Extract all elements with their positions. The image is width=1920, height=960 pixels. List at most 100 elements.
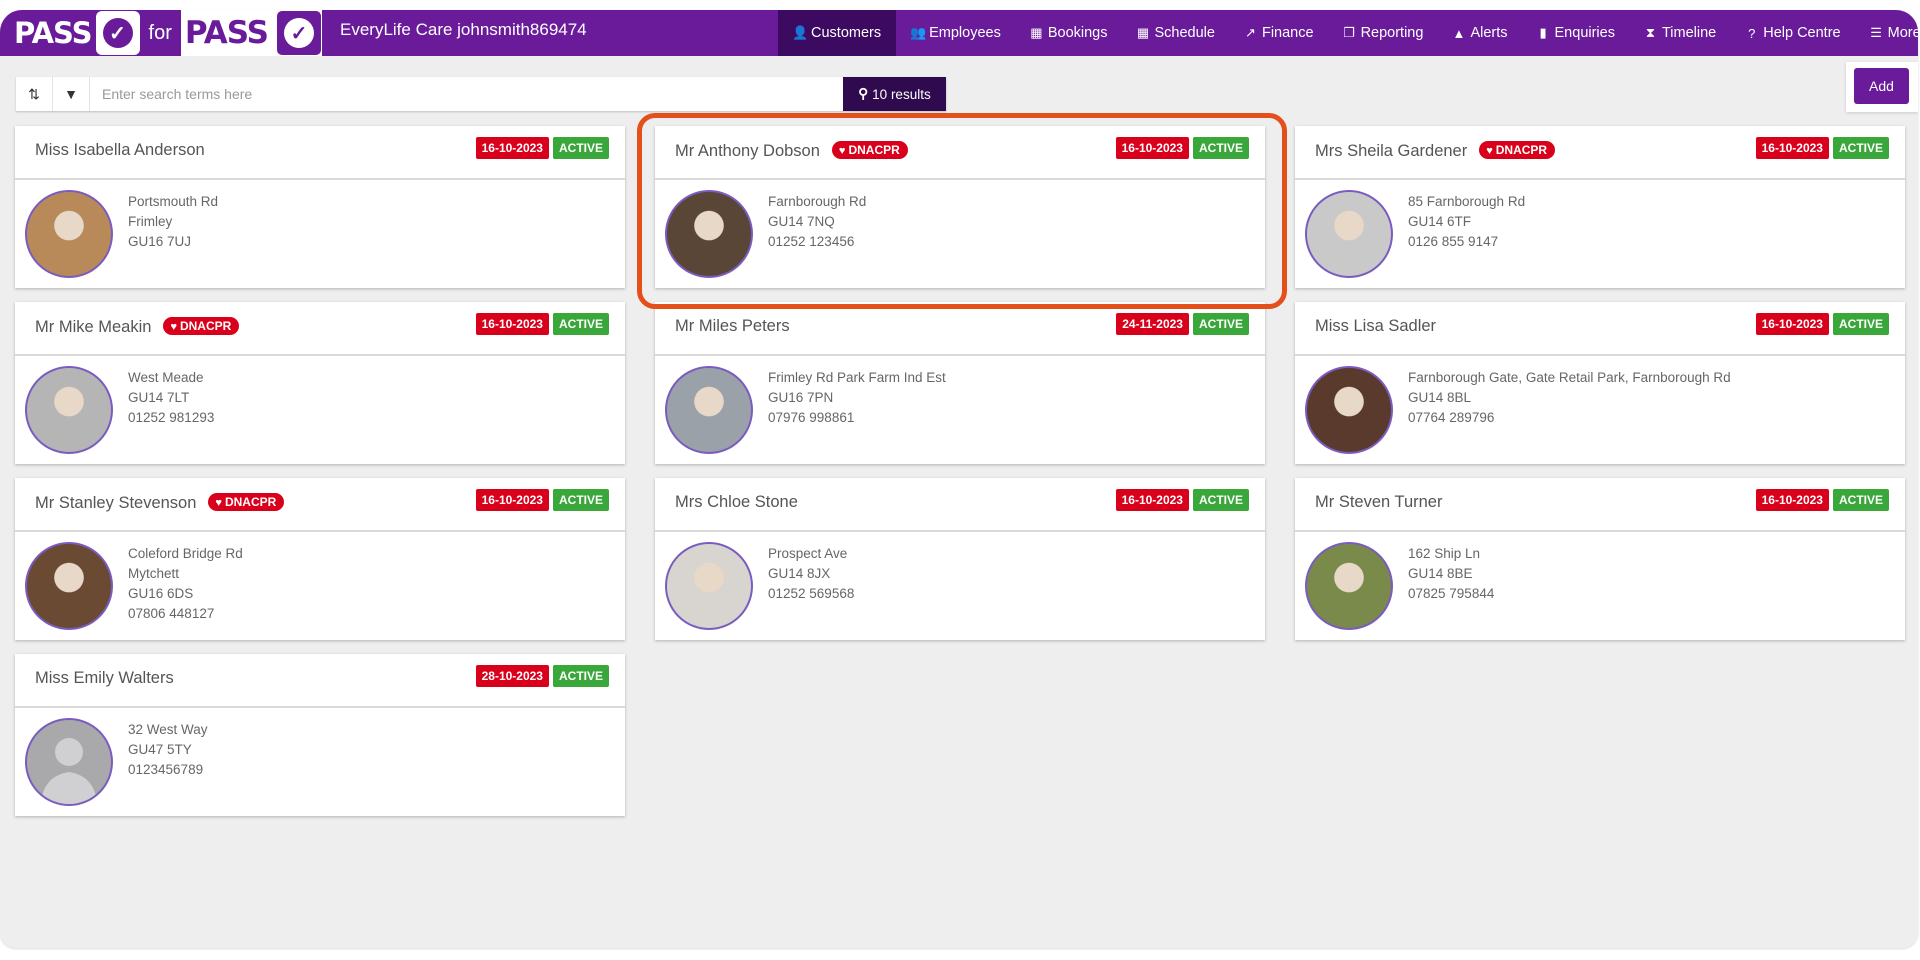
avatar xyxy=(25,718,113,806)
nav-item-label: Schedule xyxy=(1154,25,1215,41)
date-badge: 16-10-2023 xyxy=(475,489,549,511)
address-line: GU16 7UJ xyxy=(128,234,192,249)
nav-item-finance[interactable]: ↗ Finance xyxy=(1229,10,1328,56)
customer-card[interactable]: Mr Mike Meakin ♥ DNACPR 16-10-2023 ACTIVE Wes… xyxy=(15,302,625,464)
card-header: Miss Lisa Sadler 16-10-2023 ACTIVE xyxy=(1295,302,1905,356)
customer-card[interactable]: Mr Anthony Dobson ♥ DNACPR 16-10-2023 ACTIVE… xyxy=(655,126,1265,288)
customer-name-text: Mrs Sheila Gardener xyxy=(1315,142,1468,160)
nav-item-employees[interactable]: 👥 Employees xyxy=(896,10,1015,56)
customer-address: Prospect Ave GU14 8JX 01252 569568 xyxy=(768,544,854,604)
customer-card[interactable]: Mr Stanley Stevenson ♥ DNACPR 16-10-2023 ACT… xyxy=(15,478,625,640)
address-line: 85 Farnborough Rd xyxy=(1408,194,1526,209)
search-results-button[interactable]: ⚲ 10 results xyxy=(843,77,946,111)
nav-item-schedule[interactable]: ▦ Schedule xyxy=(1122,10,1229,56)
customer-card[interactable]: Mr Miles Peters 24-11-2023 ACTIVE Frimley R… xyxy=(655,302,1265,464)
address-line: 01252 123456 xyxy=(768,234,855,249)
customer-card[interactable]: Mrs Chloe Stone 16-10-2023 ACTIVE Prospect … xyxy=(655,478,1265,640)
logo[interactable]: PASS ✓ for PASS ✓ xyxy=(14,10,322,56)
avatar xyxy=(1305,542,1393,630)
logo-for-text: for xyxy=(148,21,172,44)
card-badges: 16-10-2023 ACTIVE xyxy=(475,313,609,335)
customer-name-text: Miss Lisa Sadler xyxy=(1315,317,1437,335)
address-line: 162 Ship Ln xyxy=(1408,546,1481,561)
card-body: Coleford Bridge Rd Mytchett GU16 6DS 07806 … xyxy=(15,532,625,640)
customer-card[interactable]: Mrs Sheila Gardener ♥ DNACPR 16-10-2023 ACTI… xyxy=(1295,126,1905,288)
nav-item-label: Employees xyxy=(929,25,1001,41)
dnacpr-label: DNACPR xyxy=(179,319,232,333)
card-badges: 16-10-2023 ACTIVE xyxy=(475,137,609,159)
card-header: Mr Stanley Stevenson ♥ DNACPR 16-10-2023 ACT… xyxy=(15,478,625,532)
address-line: Prospect Ave xyxy=(768,546,848,561)
address-line: 0123456789 xyxy=(128,762,204,777)
address-line: 01252 569568 xyxy=(768,586,855,601)
address-line: GU14 7NQ xyxy=(768,214,835,229)
customer-name: Miss Isabella Anderson xyxy=(35,141,205,160)
avatar xyxy=(25,190,113,278)
add-panel: Add xyxy=(1846,62,1918,112)
customer-name: Mr Miles Peters xyxy=(675,317,790,336)
address-line: GU14 8BE xyxy=(1408,566,1473,581)
address-line: 07976 998861 xyxy=(768,410,855,425)
customer-name-text: Mr Miles Peters xyxy=(675,317,790,335)
logo-pass-text: PASS xyxy=(14,16,93,50)
nav-item-alerts[interactable]: ▲ Alerts xyxy=(1437,10,1521,56)
status-badge: ACTIVE xyxy=(552,489,609,511)
card-badges: 16-10-2023 ACTIVE xyxy=(1755,489,1889,511)
add-customer-button[interactable]: Add xyxy=(1854,68,1909,104)
nav-item-bookings[interactable]: ▦ Bookings xyxy=(1015,10,1122,56)
nav-item-help-centre[interactable]: ? Help Centre xyxy=(1730,10,1854,56)
line-chart-icon: ↗ xyxy=(1245,25,1256,40)
customer-card[interactable]: Miss Lisa Sadler 16-10-2023 ACTIVE Farnboro… xyxy=(1295,302,1905,464)
nav-item-customers[interactable]: 👤 Customers xyxy=(778,10,897,56)
nav-item-timeline[interactable]: ⧗ Timeline xyxy=(1629,10,1730,56)
nav-item-label: Customers xyxy=(811,25,882,41)
nav-item-more[interactable]: ☰ More xyxy=(1855,10,1918,56)
avatar xyxy=(25,542,113,630)
warning-icon: ▲ xyxy=(1452,25,1466,41)
customer-name: Mrs Sheila Gardener ♥ DNACPR xyxy=(1315,141,1556,161)
filter-button[interactable]: ▼ xyxy=(53,77,90,111)
date-badge: 16-10-2023 xyxy=(1755,137,1829,159)
status-badge: ACTIVE xyxy=(552,313,609,335)
customer-name: Miss Emily Walters xyxy=(35,669,174,688)
address-line: 01252 981293 xyxy=(128,410,215,425)
card-body: Prospect Ave GU14 8JX 01252 569568 xyxy=(655,532,1265,640)
customer-card[interactable]: Mr Steven Turner 16-10-2023 ACTIVE 162 Ship… xyxy=(1295,478,1905,640)
nav-item-label: Bookings xyxy=(1047,25,1108,41)
customer-card[interactable]: Miss Isabella Anderson 16-10-2023 ACTIVE Po… xyxy=(15,126,625,288)
status-badge: ACTIVE xyxy=(1832,313,1889,335)
status-badge: ACTIVE xyxy=(1192,313,1249,335)
calendar-icon: ▦ xyxy=(1136,25,1150,40)
card-header: Mrs Chloe Stone 16-10-2023 ACTIVE xyxy=(655,478,1265,532)
hourglass-icon: ⧗ xyxy=(1645,25,1656,40)
avatar xyxy=(665,366,753,454)
address-line: Frimley Rd Park Farm Ind Est xyxy=(768,370,946,385)
status-badge: ACTIVE xyxy=(1192,137,1249,159)
customer-card[interactable]: Miss Emily Walters 28-10-2023 ACTIVE 32 Wes… xyxy=(15,654,625,816)
status-badge: ACTIVE xyxy=(1192,489,1249,511)
card-header: Mr Anthony Dobson ♥ DNACPR 16-10-2023 ACTIVE xyxy=(655,126,1265,180)
nav-item-enquiries[interactable]: ▮ Enquiries xyxy=(1522,10,1629,56)
customer-name: Mrs Chloe Stone xyxy=(675,493,798,512)
copy-icon: ❐ xyxy=(1343,25,1355,40)
avatar xyxy=(1305,366,1393,454)
search-input[interactable] xyxy=(90,77,843,111)
dnacpr-badge: ♥ DNACPR xyxy=(163,317,240,335)
avatar xyxy=(1305,190,1393,278)
address-line: Coleford Bridge Rd xyxy=(128,546,243,561)
results-count: 10 results xyxy=(872,86,931,102)
customer-name-text: Mr Mike Meakin xyxy=(35,318,152,336)
nav-item-label: Alerts xyxy=(1470,25,1508,41)
card-body: 32 West Way GU47 5TY 0123456789 xyxy=(15,708,625,816)
card-badges: 16-10-2023 ACTIVE xyxy=(475,489,609,511)
customer-name-text: Miss Isabella Anderson xyxy=(35,141,205,159)
customer-address: Farnborough Gate, Gate Retail Park, Farn… xyxy=(1408,368,1731,428)
card-badges: 16-10-2023 ACTIVE xyxy=(1755,137,1889,159)
address-line: 32 West Way xyxy=(128,722,208,737)
customer-name-text: Mr Steven Turner xyxy=(1315,493,1443,511)
dnacpr-label: DNACPR xyxy=(848,143,900,157)
dnacpr-badge: ♥ DNACPR xyxy=(1479,141,1556,159)
logo-pass-text-2: PASS xyxy=(184,15,269,51)
sort-button[interactable]: ⇅ xyxy=(16,77,53,111)
nav-item-reporting[interactable]: ❐ Reporting xyxy=(1328,10,1438,56)
